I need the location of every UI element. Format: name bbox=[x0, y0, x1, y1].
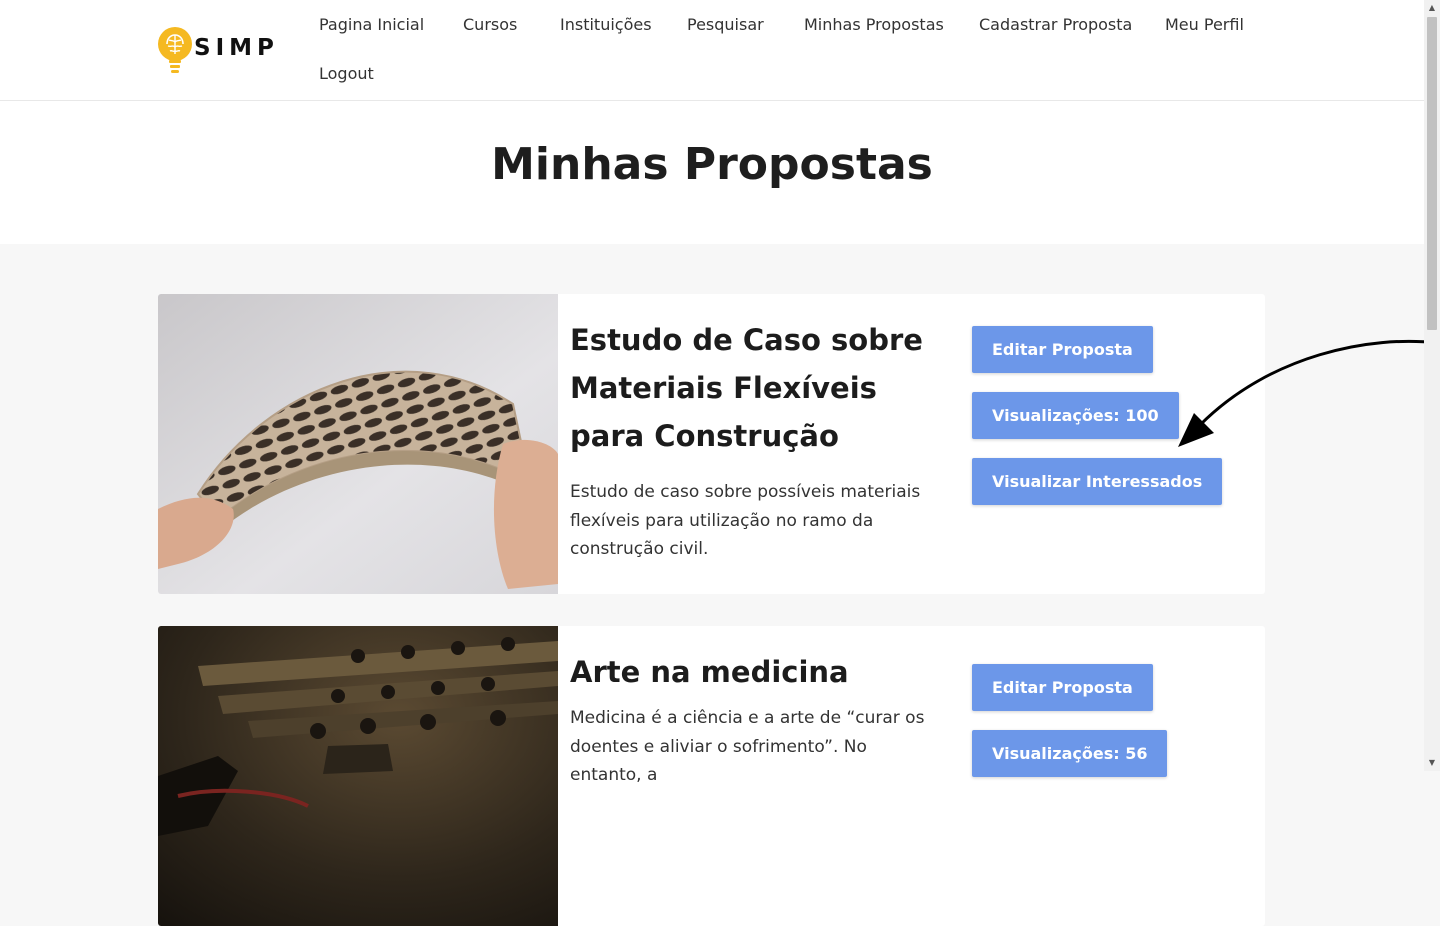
scroll-down-icon[interactable]: ▼ bbox=[1424, 755, 1440, 771]
proposal-title: Arte na medicina bbox=[570, 655, 849, 689]
nav-instituicoes[interactable]: Instituições bbox=[560, 11, 652, 38]
proposal-actions: Editar Proposta Visualizações: 100 Visua… bbox=[972, 326, 1223, 524]
edit-proposal-button[interactable]: Editar Proposta bbox=[972, 664, 1153, 711]
scroll-up-icon[interactable]: ▲ bbox=[1424, 0, 1440, 16]
page-hero: Minhas Propostas bbox=[0, 101, 1424, 244]
nav-meu-perfil[interactable]: Meu Perfil bbox=[1165, 11, 1244, 38]
proposal-description: Estudo de caso sobre possíveis materiais… bbox=[570, 482, 921, 559]
proposal-title: Estudo de Caso sobre Materiais Flexíveis… bbox=[570, 323, 923, 453]
nav-pagina-inicial[interactable]: Pagina Inicial bbox=[319, 11, 424, 38]
proposal-body: Estudo de Caso sobre Materiais Flexíveis… bbox=[570, 316, 930, 564]
view-interested-button[interactable]: Visualizar Interessados bbox=[972, 458, 1223, 505]
nav-cadastrar-proposta[interactable]: Cadastrar Proposta bbox=[979, 11, 1132, 38]
page-title: Minhas Propostas bbox=[491, 139, 933, 190]
scrollbar-thumb[interactable] bbox=[1427, 17, 1437, 330]
proposal-image bbox=[158, 626, 558, 926]
nav-pesquisar[interactable]: Pesquisar bbox=[687, 11, 764, 38]
logo[interactable]: SIMP bbox=[158, 24, 279, 76]
site-header: SIMP Pagina Inicial Cursos Instituições … bbox=[0, 0, 1424, 101]
proposal-body: Arte na medicina Medicina é a ciência e … bbox=[570, 648, 930, 790]
nav-cursos[interactable]: Cursos bbox=[463, 11, 517, 38]
logo-text: SIMP bbox=[194, 35, 279, 61]
lightbulb-brain-icon bbox=[158, 27, 192, 73]
proposal-description: Medicina é a ciência e a arte de “curar … bbox=[570, 708, 925, 785]
nav-logout[interactable]: Logout bbox=[319, 60, 374, 87]
views-button[interactable]: Visualizações: 56 bbox=[972, 730, 1168, 777]
proposal-image bbox=[158, 294, 558, 594]
proposal-actions: Editar Proposta Visualizações: 56 bbox=[972, 664, 1168, 796]
vertical-scrollbar[interactable]: ▲ ▼ bbox=[1424, 0, 1440, 771]
nav-minhas-propostas[interactable]: Minhas Propostas bbox=[804, 11, 944, 38]
proposal-card: Estudo de Caso sobre Materiais Flexíveis… bbox=[158, 294, 1265, 594]
views-button[interactable]: Visualizações: 100 bbox=[972, 392, 1179, 439]
proposal-card: Arte na medicina Medicina é a ciência e … bbox=[158, 626, 1265, 926]
edit-proposal-button[interactable]: Editar Proposta bbox=[972, 326, 1153, 373]
